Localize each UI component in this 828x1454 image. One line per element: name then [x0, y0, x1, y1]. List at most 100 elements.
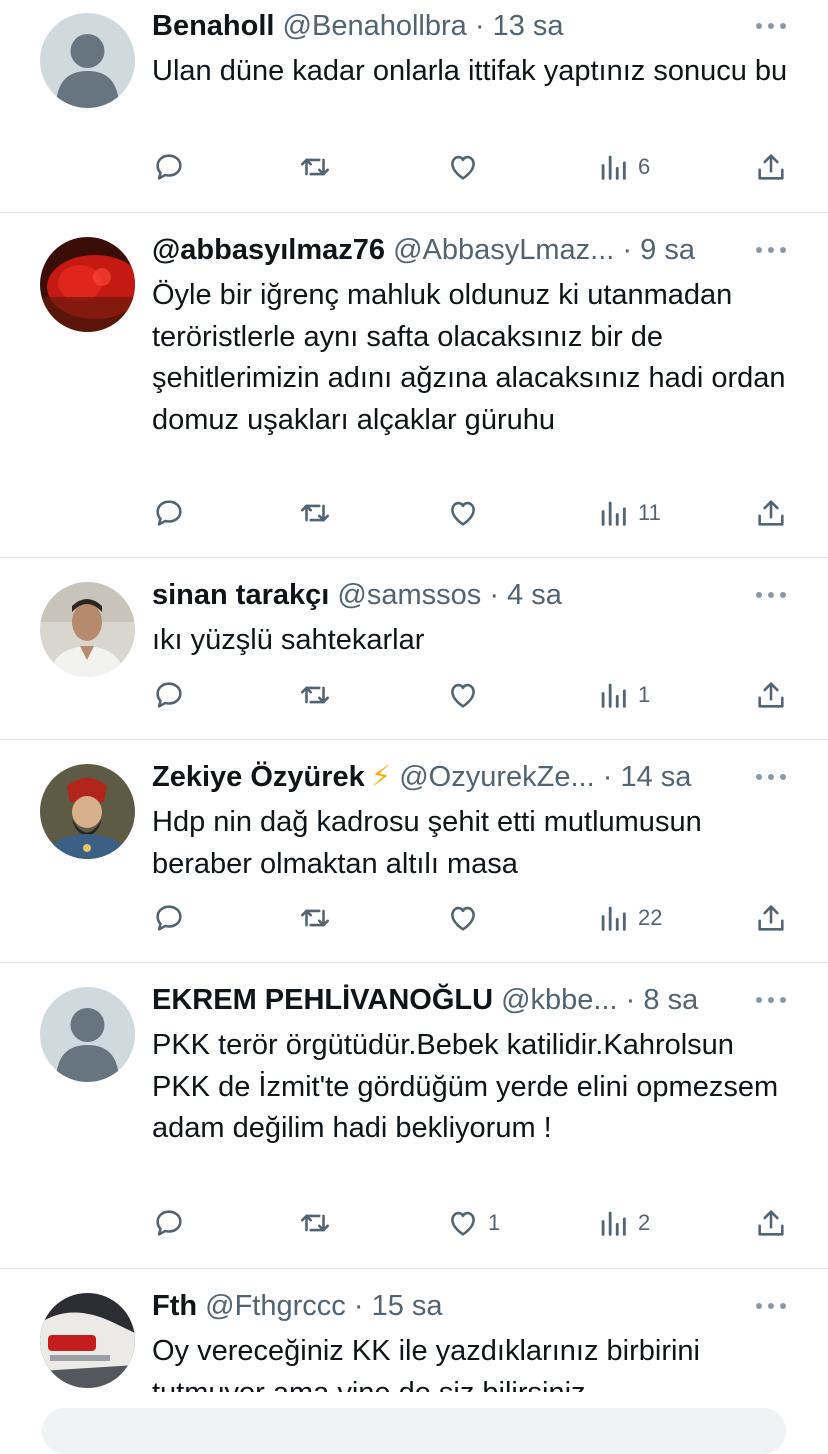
more-options-icon[interactable]	[756, 1301, 786, 1311]
avatar[interactable]	[40, 764, 135, 859]
tweet-text: PKK terör örgütüdür.Bebek katilidir.Kahr…	[152, 1029, 779, 1144]
more-options-icon[interactable]	[756, 995, 786, 1005]
more-options-icon[interactable]	[756, 245, 786, 255]
timestamp[interactable]: 9 sa	[640, 234, 695, 266]
reply-icon	[156, 905, 182, 931]
views-button[interactable]: 1	[596, 675, 650, 715]
retweet-button[interactable]	[298, 675, 340, 715]
separator-dot: ·	[602, 761, 613, 793]
reply-button[interactable]	[152, 1203, 194, 1243]
action-bar: 22	[152, 898, 788, 938]
share-icon	[758, 682, 784, 708]
tweet[interactable]: @abbasyılmaz76 @AbbasyLmaz... · 9 sa Öyl…	[0, 213, 828, 558]
display-name[interactable]: Zekiye Özyürek	[152, 761, 365, 793]
like-button[interactable]	[446, 675, 488, 715]
views-button[interactable]: 6	[596, 147, 650, 187]
tweet-header: Zekiye Özyürek ⚡ @OzyurekZe... · 14 sa	[152, 757, 778, 797]
retweet-icon	[300, 1214, 330, 1232]
reply-feed: Benaholl @Benahollbra · 13 sa Ulan düne …	[0, 0, 828, 1392]
heart-icon	[451, 1211, 475, 1236]
avatar[interactable]	[40, 987, 135, 1082]
display-name[interactable]: sinan tarakçı	[152, 579, 329, 611]
tweet-header: Benaholl @Benahollbra · 13 sa	[152, 6, 778, 46]
timestamp[interactable]: 14 sa	[620, 761, 691, 793]
user-handle[interactable]: @OzyurekZe...	[399, 761, 594, 793]
separator-dot: ·	[625, 984, 636, 1016]
views-count: 11	[638, 500, 661, 525]
display-name[interactable]: Fth	[152, 1290, 197, 1322]
like-button[interactable]	[446, 147, 488, 187]
tweet-text: Ulan düne kadar onlarla ittifak yaptınız…	[152, 55, 788, 87]
avatar[interactable]	[40, 237, 135, 332]
tweet[interactable]: Fth @Fthgrccc · 15 sa Oy vereceğiniz KK …	[0, 1269, 828, 1392]
share-icon	[758, 154, 784, 180]
heart-icon	[451, 683, 475, 708]
display-name[interactable]: EKREM PEHLİVANOĞLU	[152, 984, 493, 1016]
views-icon	[601, 906, 626, 931]
views-button[interactable]: 2	[596, 1203, 650, 1243]
share-button[interactable]	[754, 147, 788, 187]
user-handle[interactable]: @Benahollbra	[283, 10, 467, 42]
views-button[interactable]: 22	[596, 898, 662, 938]
like-button[interactable]	[446, 493, 488, 533]
share-button[interactable]	[754, 493, 788, 533]
heart-icon	[451, 155, 475, 180]
tweet[interactable]: sinan tarakçı @samssos · 4 sa ıkı yüzşlü…	[0, 558, 828, 740]
views-icon	[601, 155, 626, 180]
user-handle[interactable]: @samssos	[337, 579, 481, 611]
more-options-icon[interactable]	[756, 21, 786, 31]
share-button[interactable]	[754, 898, 788, 938]
tweet[interactable]: Benaholl @Benahollbra · 13 sa Ulan düne …	[0, 0, 828, 213]
avatar[interactable]	[40, 1293, 135, 1388]
tweet-text: ıkı yüzşlü sahtekarlar	[152, 624, 425, 656]
heart-icon	[451, 501, 475, 526]
retweet-button[interactable]	[298, 493, 340, 533]
share-button[interactable]	[754, 675, 788, 715]
more-options-icon[interactable]	[756, 772, 786, 782]
retweet-button[interactable]	[298, 147, 340, 187]
views-button[interactable]: 11	[596, 493, 661, 533]
reply-icon	[156, 500, 182, 526]
reply-button[interactable]	[152, 898, 194, 938]
user-handle[interactable]: @kbbe...	[501, 984, 618, 1016]
heart-icon	[451, 906, 475, 931]
action-bar: 1 2	[152, 1203, 788, 1243]
share-icon	[758, 905, 784, 931]
reply-icon	[156, 1210, 182, 1236]
reply-composer-bar[interactable]	[42, 1408, 786, 1454]
reply-button[interactable]	[152, 147, 194, 187]
display-name[interactable]: Benaholl	[152, 10, 274, 42]
reply-button[interactable]	[152, 675, 194, 715]
tweet[interactable]: Zekiye Özyürek ⚡ @OzyurekZe... · 14 sa Hd…	[0, 740, 828, 963]
views-icon	[601, 501, 626, 526]
reply-button[interactable]	[152, 493, 194, 533]
display-name[interactable]: @abbasyılmaz76	[152, 234, 385, 266]
tweet-header: sinan tarakçı @samssos · 4 sa	[152, 575, 778, 615]
separator-dot: ·	[489, 579, 499, 611]
more-options-icon[interactable]	[756, 590, 786, 600]
views-icon	[601, 1211, 626, 1236]
views-count: 1	[638, 682, 651, 707]
tweet-text: Hdp nin dağ kadrosu şehit etti mutlumusu…	[152, 806, 702, 880]
timestamp[interactable]: 4 sa	[507, 579, 562, 611]
reply-icon	[156, 682, 182, 708]
avatar[interactable]	[40, 582, 135, 677]
timestamp[interactable]: 15 sa	[372, 1290, 443, 1322]
user-handle[interactable]: @Fthgrccc	[205, 1290, 346, 1322]
retweet-button[interactable]	[298, 898, 340, 938]
avatar[interactable]	[40, 13, 135, 108]
share-button[interactable]	[754, 1203, 788, 1243]
timestamp[interactable]: 13 sa	[493, 10, 564, 42]
user-handle[interactable]: @AbbasyLmaz...	[393, 234, 614, 266]
retweet-icon	[300, 158, 330, 176]
share-icon	[758, 1210, 784, 1236]
lightning-badge-icon: ⚡	[370, 761, 392, 793]
tweet-header: EKREM PEHLİVANOĞLU @kbbe... · 8 sa	[152, 980, 778, 1020]
action-bar: 11	[152, 493, 788, 533]
tweet-text: Oy vereceğiniz KK ile yazdıklarınız birb…	[152, 1335, 700, 1392]
tweet[interactable]: EKREM PEHLİVANOĞLU @kbbe... · 8 sa PKK t…	[0, 963, 828, 1269]
like-button[interactable]	[446, 898, 488, 938]
like-button[interactable]: 1	[446, 1203, 500, 1243]
retweet-button[interactable]	[298, 1203, 340, 1243]
timestamp[interactable]: 8 sa	[643, 984, 698, 1016]
